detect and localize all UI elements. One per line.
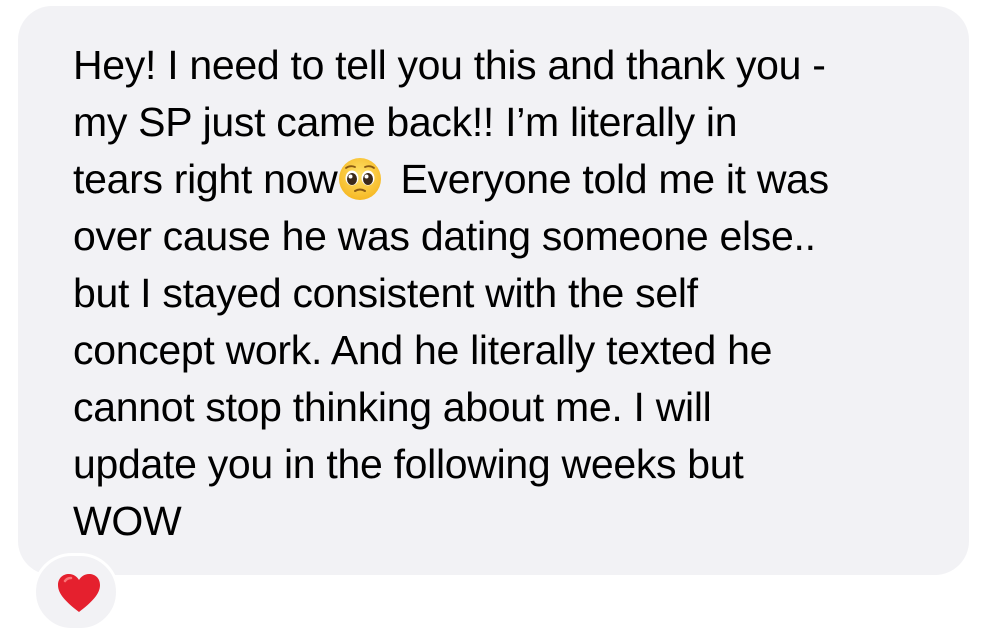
message-line: but I stayed consistent with the self [73, 270, 698, 316]
heart-shape [58, 574, 100, 612]
chat-area: Hey! I need to tell you this and thank y… [0, 0, 993, 637]
message-line: my SP just came back!! I’m literally in [73, 99, 738, 145]
message-line-part: tears right now [73, 156, 338, 202]
reaction-badge[interactable] [33, 553, 119, 631]
message-line: over cause he was dating someone else.. [73, 213, 816, 259]
message-text: Hey! I need to tell you this and thank y… [73, 37, 953, 550]
message-line-part: Everyone told me it was [389, 156, 829, 202]
message-bubble[interactable]: Hey! I need to tell you this and thank y… [18, 6, 969, 575]
message-line: concept work. And he literally texted he [73, 327, 773, 373]
message-line: cannot stop thinking about me. I will [73, 384, 712, 430]
message-line: update you in the following weeks but [73, 441, 744, 487]
pleading-face-emoji-icon [337, 156, 383, 202]
message-line: WOW [73, 498, 182, 544]
message-line: Hey! I need to tell you this and thank y… [73, 42, 826, 88]
message-line: tears right now Everyone told me it was [73, 151, 953, 208]
